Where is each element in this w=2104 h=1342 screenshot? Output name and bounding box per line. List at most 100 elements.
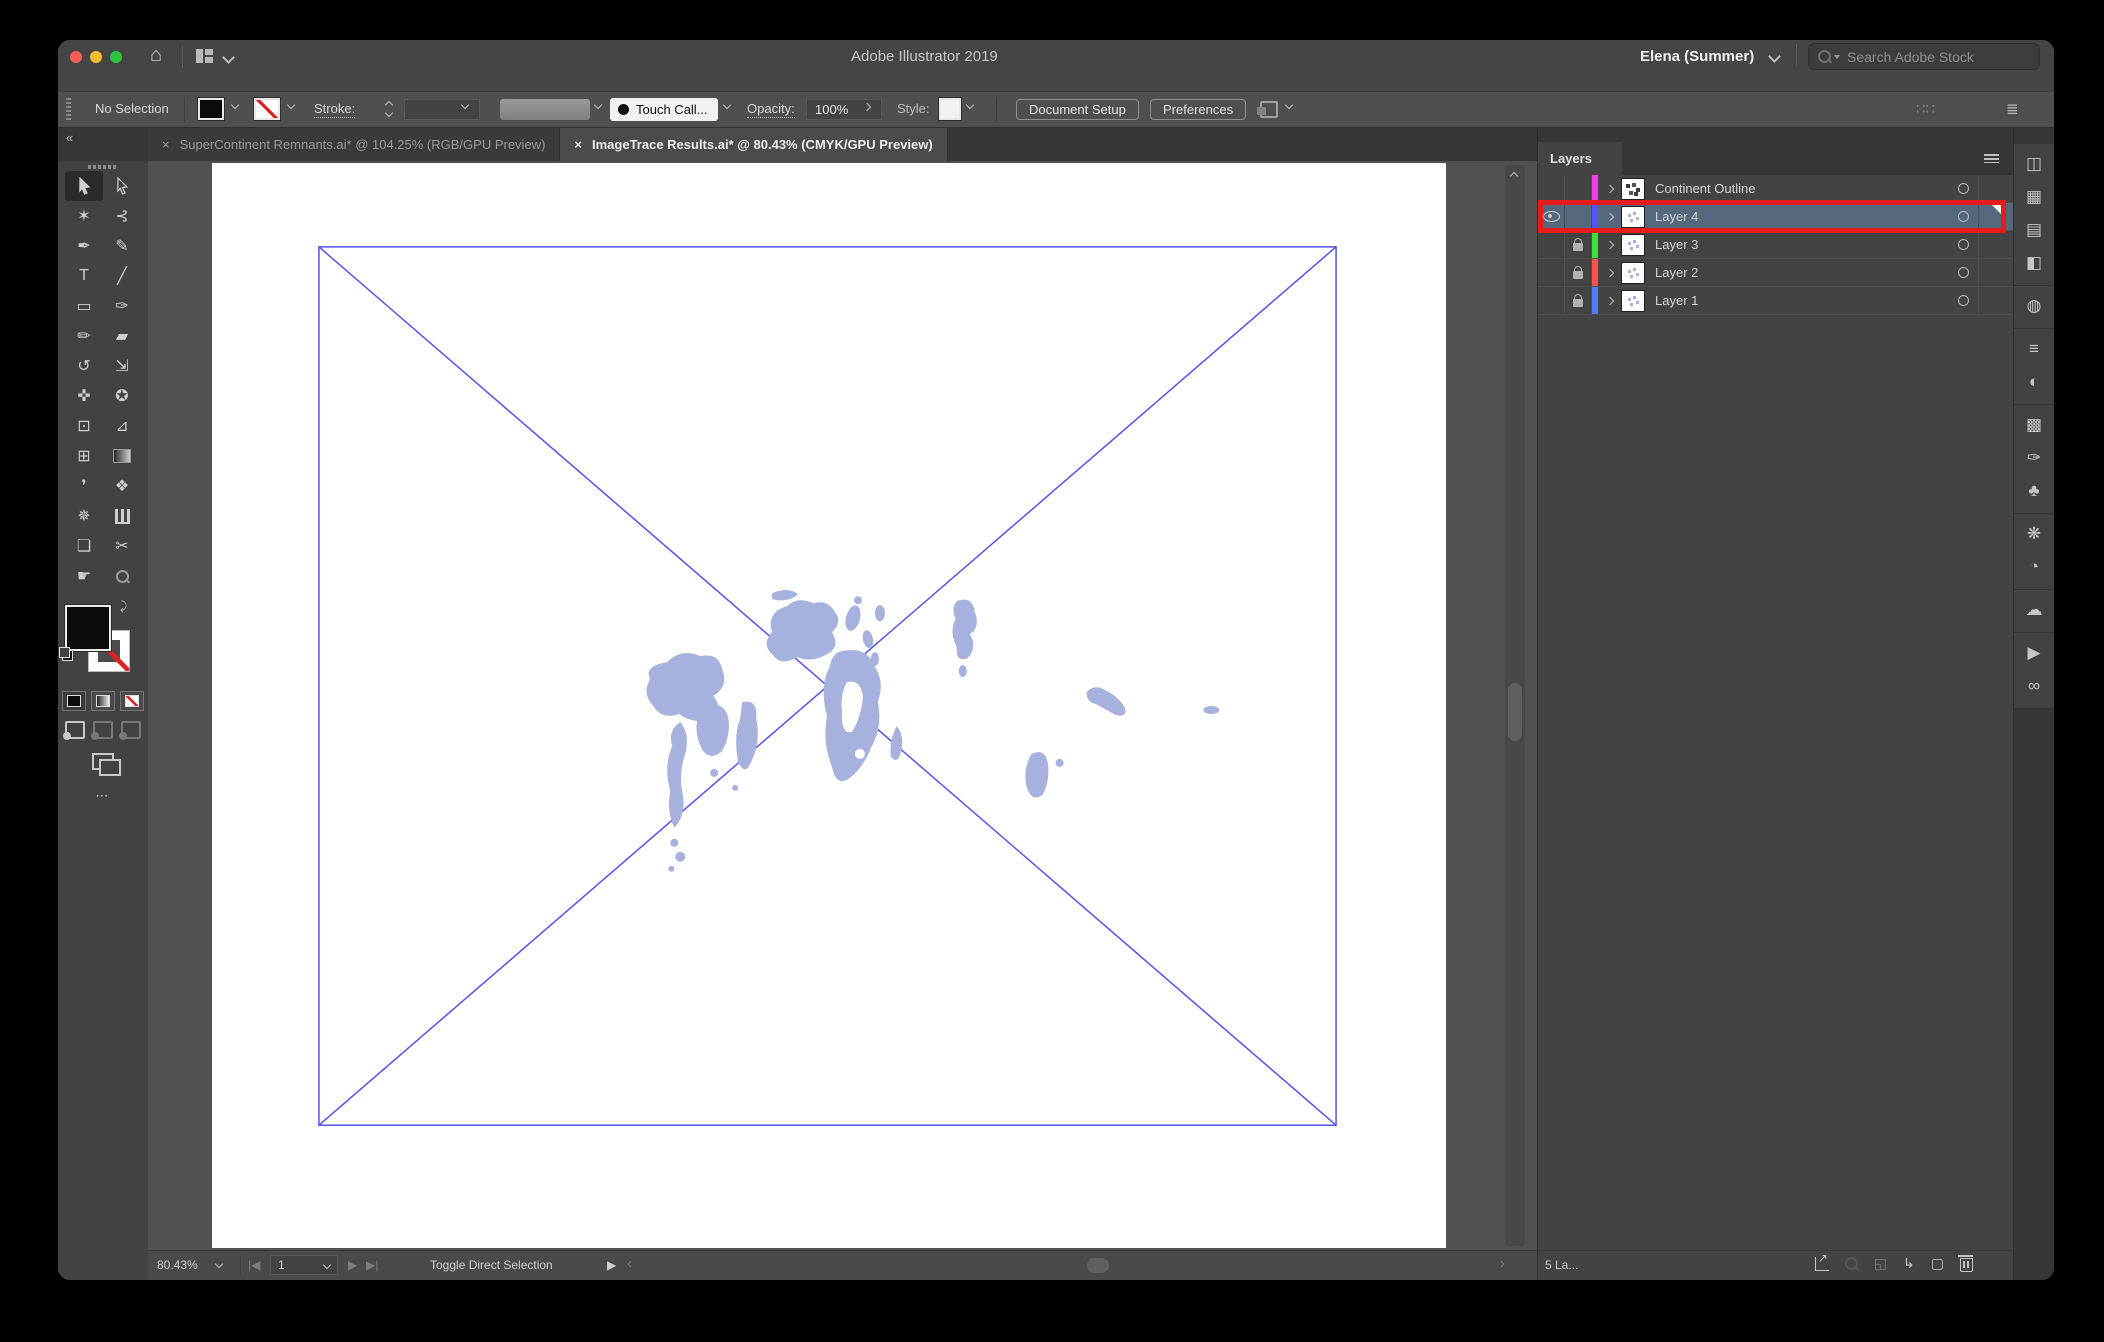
gradient-button[interactable] (91, 691, 115, 711)
artboard[interactable] (212, 163, 1446, 1248)
draw-behind-icon[interactable] (91, 721, 113, 740)
slice-tool[interactable]: ✂ (103, 531, 141, 561)
visibility-toggle[interactable] (1538, 231, 1565, 258)
fill-chevron-icon[interactable] (230, 100, 240, 110)
make-clipping-mask-icon[interactable]: ◱ (1874, 1255, 1887, 1272)
document-setup-button[interactable]: Document Setup (1016, 99, 1139, 120)
zoom-level[interactable]: 80.43% (157, 1258, 198, 1272)
panel-grip[interactable] (66, 98, 71, 120)
brush-definition-swatch[interactable] (500, 99, 590, 120)
lock-toggle[interactable] (1565, 203, 1592, 230)
vertical-scroll-thumb[interactable] (1508, 683, 1522, 741)
variable-width-profile-select[interactable]: Touch Call... (610, 98, 718, 121)
target-circle[interactable] (1958, 239, 1969, 250)
preferences-button[interactable]: Preferences (1150, 99, 1247, 120)
layer-row-continent-outline[interactable]: Continent Outline (1538, 175, 2013, 203)
control-panel-menu-icon[interactable]: ≣ (2006, 100, 2019, 118)
stroke-chevron-icon[interactable] (286, 100, 296, 110)
close-window-button[interactable] (70, 51, 82, 63)
style-swatch[interactable] (938, 97, 962, 121)
swap-fill-stroke-icon[interactable]: ⤸ (120, 599, 127, 614)
lock-toggle[interactable] (1565, 287, 1592, 314)
shape-builder-icon[interactable]: ◍ (2014, 289, 2054, 322)
scroll-left-icon[interactable]: ‹ (627, 1255, 632, 1272)
graph-tool[interactable] (103, 501, 141, 531)
artboard-tool[interactable]: ❏ (65, 531, 103, 561)
rotate-tool[interactable]: ↺ (65, 351, 103, 381)
symbols-icon[interactable]: ♣ (2014, 474, 2054, 507)
visibility-toggle[interactable] (1538, 175, 1565, 202)
expand-chevron-icon[interactable] (1605, 212, 1615, 221)
pencil-tool[interactable]: ✏ (65, 321, 103, 351)
touch-workspace-icon[interactable]: ∷∷ (1916, 100, 1935, 118)
hand-tool[interactable]: ☛ (65, 561, 103, 591)
stroke-label[interactable]: Stroke: (314, 101, 356, 118)
color-button[interactable] (62, 691, 86, 711)
transparency-icon[interactable]: ◐ (2014, 365, 2054, 398)
workspace-chevron-icon[interactable] (222, 51, 235, 64)
scroll-right-icon[interactable]: › (1500, 1255, 1505, 1272)
delete-layer-icon[interactable] (1958, 1255, 1973, 1272)
user-account-button[interactable]: Elena (Summer) (1640, 48, 1754, 65)
tab-layers[interactable]: Layers (1538, 142, 1622, 175)
default-fill-stroke-icon[interactable] (59, 647, 73, 661)
horizontal-scroll-thumb[interactable] (1087, 1258, 1109, 1273)
zoom-chevron-icon[interactable] (214, 1259, 224, 1269)
blend-tool[interactable]: ❖ (103, 471, 141, 501)
close-tab-icon[interactable]: × (162, 137, 170, 152)
layer-row-layer-1[interactable]: Layer 1 (1538, 287, 2013, 315)
paintbrush-tool[interactable]: ✑ (103, 291, 141, 321)
opacity-label[interactable]: Opacity: (747, 101, 795, 118)
minimize-window-button[interactable] (90, 51, 102, 63)
canvas-viewport[interactable] (148, 161, 1537, 1250)
workspace-switcher-icon[interactable] (196, 49, 213, 66)
edit-toolbar-icon[interactable]: ⋯ (58, 788, 148, 804)
links-icon[interactable]: ∞ (2014, 669, 2054, 702)
vertical-scrollbar[interactable] (1505, 165, 1525, 1246)
layer-row-layer-2[interactable]: Layer 2 (1538, 259, 2013, 287)
stroke-color-swatch[interactable] (253, 97, 281, 121)
new-sublayer-icon[interactable]: ↳ (1903, 1255, 1915, 1272)
none-button[interactable] (120, 691, 144, 711)
expand-chevron-icon[interactable] (1605, 268, 1615, 277)
expand-chevron-icon[interactable] (1605, 296, 1615, 305)
stroke-weight-down-icon[interactable] (384, 108, 394, 118)
eraser-tool[interactable]: ▰ (103, 321, 141, 351)
symbol-sprayer-tool[interactable]: ✵ (65, 501, 103, 531)
swatches-icon[interactable]: ▩ (2014, 408, 2054, 441)
draw-inside-icon[interactable] (119, 721, 141, 740)
stroke-align-chevron-icon[interactable] (1284, 100, 1294, 110)
brushes-icon[interactable]: ✑ (2014, 441, 2054, 474)
actions-icon[interactable]: ▶ (2014, 636, 2054, 669)
perspective-grid-tool[interactable]: ⊿ (103, 411, 141, 441)
pathfinder-icon[interactable]: ◧ (2014, 246, 2054, 279)
panel-menu-icon[interactable] (1984, 154, 1999, 163)
tooldock-collapse-button[interactable]: « (58, 128, 148, 161)
stroke-icon[interactable]: ≡ (2014, 332, 2054, 365)
scale-tool[interactable]: ⇲ (103, 351, 141, 381)
new-layer-icon[interactable]: ▢ (1931, 1255, 1944, 1272)
adobe-stock-search[interactable]: Search Adobe Stock (1808, 43, 2040, 70)
last-artboard-icon[interactable]: ▶| (366, 1258, 378, 1272)
zoom-tool[interactable] (103, 561, 141, 591)
collect-for-export-icon[interactable] (1814, 1251, 1829, 1271)
tab-supercontinent-remnants[interactable]: × SuperContinent Remnants.ai* @ 104.25% … (148, 128, 561, 161)
curvature-tool[interactable]: ✎ (103, 231, 141, 261)
artboards-icon[interactable]: ▦ (2014, 180, 2054, 213)
artboard-chevron-icon[interactable] (322, 1260, 332, 1270)
fill-indicator-swatch[interactable] (64, 604, 112, 652)
color-guide-icon[interactable]: ◔ (2014, 550, 2054, 583)
draw-normal-icon[interactable] (63, 721, 85, 740)
scroll-up-icon[interactable] (1509, 171, 1519, 181)
line-tool[interactable]: ╱ (103, 261, 141, 291)
stroke-weight-field[interactable] (404, 99, 480, 120)
lock-toggle[interactable] (1565, 175, 1592, 202)
next-artboard-icon[interactable]: ▶ (348, 1258, 357, 1272)
brush-chevron-icon[interactable] (593, 100, 603, 110)
zoom-window-button[interactable] (110, 51, 122, 63)
target-circle[interactable] (1958, 267, 1969, 278)
free-transform-tool[interactable]: ⊡ (65, 411, 103, 441)
first-artboard-icon[interactable]: |◀ (248, 1258, 260, 1272)
pen-tool[interactable]: ✒ (65, 231, 103, 261)
color-icon[interactable]: ❋ (2014, 517, 2054, 550)
